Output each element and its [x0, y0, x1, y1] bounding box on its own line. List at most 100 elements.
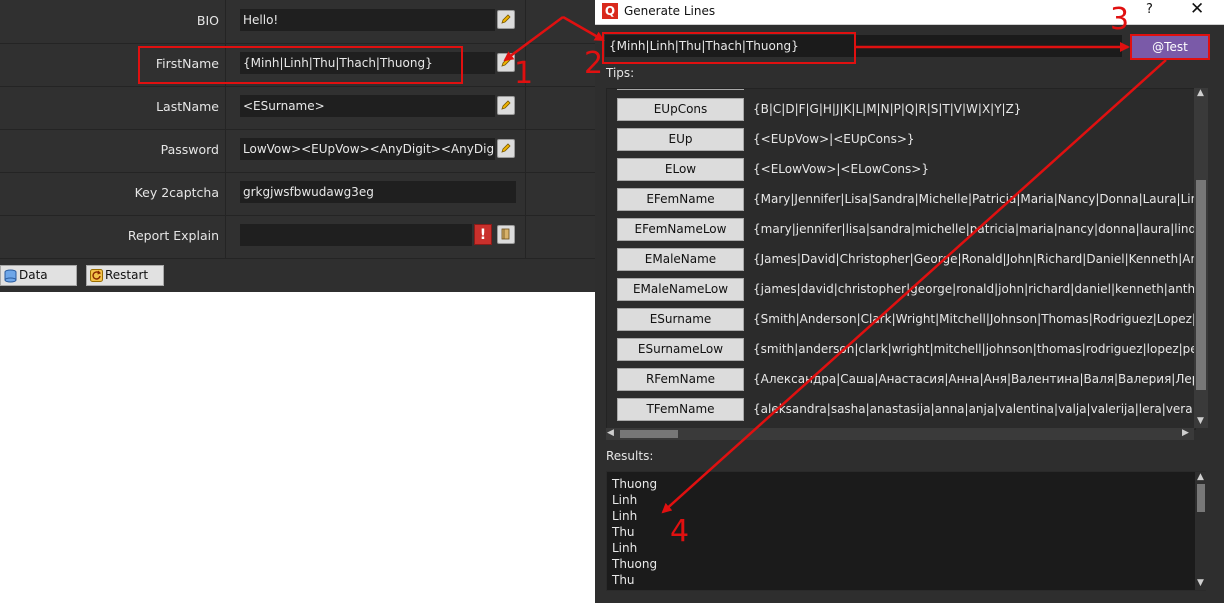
tip-name-button[interactable]: ESurnameLow [617, 338, 744, 361]
firstname-highlight-box [138, 46, 463, 84]
restart-icon [90, 269, 103, 282]
tips-list: EUpCons {B|C|D|F|G|H|J|K|L|M|N|P|Q|R|S|T|… [606, 88, 1196, 430]
result-line: Thu [612, 573, 635, 587]
firstname-edit-button[interactable] [497, 53, 515, 72]
template-highlight-box [602, 32, 856, 64]
bio-edit-button[interactable] [497, 10, 515, 29]
password-row: Password LowVow><EUpVow><AnyDigit><AnyDi… [0, 129, 595, 173]
tip-value: {James|David|Christopher|George|Ronald|J… [753, 252, 1196, 266]
restart-button-label: Restart [105, 268, 149, 282]
result-line: Thuong [612, 477, 658, 491]
tip-row: EUp {<EUpVow>|<EUpCons>} [617, 128, 1193, 154]
tip-value: {B|C|D|F|G|H|J|K|L|M|N|P|Q|R|S|T|V|W|X|Y… [753, 102, 1022, 116]
bottom-toolbar: Data Restart [0, 259, 595, 292]
scroll-up-icon[interactable]: ▲ [1197, 88, 1204, 98]
tip-row: ESurnameLow {smith|anderson|clark|wright|… [617, 338, 1196, 364]
test-highlight-box [1130, 34, 1210, 60]
scroll-down-icon[interactable]: ▼ [1197, 578, 1204, 588]
lastname-label: LastName [156, 99, 219, 114]
tip-name-button[interactable]: EMaleNameLow [617, 278, 744, 301]
pencil-icon [501, 57, 511, 67]
tip-name-button[interactable]: EFemName [617, 188, 744, 211]
tip-value: {aleksandra|sasha|anastasija|anna|anja|v… [753, 402, 1196, 416]
tip-value: {Mary|Jennifer|Lisa|Sandra|Michelle|Patr… [753, 192, 1196, 206]
restart-button[interactable]: Restart [86, 265, 164, 286]
result-line: Thuong [612, 557, 658, 571]
tip-name-button[interactable]: EUp [617, 128, 744, 151]
captcha-key-row: Key 2captcha grkgjwsfbwudawg3eg [0, 172, 595, 216]
generate-lines-dialog: Q Generate Lines ? ✕ {Minh|Linh|Thu|Thac… [595, 0, 1224, 603]
lastname-edit-button[interactable] [497, 96, 515, 115]
bio-field[interactable]: Hello! [240, 9, 495, 31]
result-line: Thu [612, 525, 635, 539]
app-logo-icon: Q [602, 3, 618, 19]
lastname-field[interactable]: <ESurname> [240, 95, 495, 117]
tip-name-button[interactable]: EFemNameLow [617, 218, 744, 241]
tip-name-button[interactable]: EUpCons [617, 98, 744, 121]
tip-value: {Smith|Anderson|Clark|Wright|Mitchell|Jo… [753, 312, 1196, 326]
scroll-left-icon[interactable]: ◀ [607, 428, 614, 438]
tips-vertical-scrollbar[interactable]: ▲ ▼ [1194, 88, 1208, 428]
tip-row: ESurname {Smith|Anderson|Clark|Wright|Mit… [617, 308, 1196, 334]
scroll-thumb[interactable] [620, 430, 678, 438]
report-explain-row: Report Explain ! [0, 215, 595, 259]
tip-value: {mary|jennifer|lisa|sandra|michelle|patr… [753, 222, 1196, 236]
tip-row: EMaleName {James|David|Christopher|George… [617, 248, 1196, 274]
password-field[interactable]: LowVow><EUpVow><AnyDigit><AnyDigit> [240, 138, 495, 160]
warning-button[interactable]: ! [474, 224, 492, 245]
pencil-icon [501, 14, 511, 24]
annotation-number-1: 1 [514, 56, 534, 91]
tip-row: EUpCons {B|C|D|F|G|H|J|K|L|M|N|P|Q|R|S|T|… [617, 98, 1193, 124]
title-bar: Q Generate Lines ? ✕ [595, 0, 1224, 25]
bio-label: BIO [196, 13, 219, 28]
scroll-right-icon[interactable]: ▶ [1182, 428, 1189, 438]
password-edit-button[interactable] [497, 139, 515, 158]
scroll-up-icon[interactable]: ▲ [1197, 472, 1204, 482]
tip-value: {james|david|christopher|george|ronald|j… [753, 282, 1196, 296]
result-line: Linh [612, 493, 638, 507]
report-explain-field[interactable] [240, 224, 472, 246]
annotation-number-2: 2 [584, 46, 604, 81]
results-box[interactable]: Thuong Linh Linh Thu Linh Thuong Thu ▲ ▼ [606, 471, 1207, 591]
tip-name-button[interactable]: ELow [617, 158, 744, 181]
tip-row: TFemName {aleksandra|sasha|anastasija|ann… [617, 398, 1196, 424]
report-explain-label: Report Explain [127, 228, 219, 243]
tip-value: {smith|anderson|clark|wright|mitchell|jo… [753, 342, 1196, 356]
pencil-icon [501, 100, 511, 110]
result-line: Linh [612, 541, 638, 555]
tip-name-button[interactable]: EMaleName [617, 248, 744, 271]
lastname-row: LastName <ESurname> [0, 86, 595, 130]
annotation-number-3: 3 [1110, 2, 1130, 37]
tip-row: RFemName {Александра|Саша|Анастасия|Анна|… [617, 368, 1196, 394]
scroll-thumb[interactable] [1197, 484, 1205, 512]
tip-value: {<EUpVow>|<EUpCons>} [753, 132, 915, 146]
captcha-key-field[interactable]: grkgjwsfbwudawg3eg [240, 181, 516, 203]
tip-row: EFemName {Mary|Jennifer|Lisa|Sandra|Miche… [617, 188, 1196, 214]
tips-horizontal-scrollbar[interactable]: ◀ ▶ [606, 428, 1194, 440]
tip-row: EFemNameLow {mary|jennifer|lisa|sandra|mi… [617, 218, 1196, 244]
data-button-label: Data [19, 268, 48, 282]
tip-row: ELow {<ELowVow>|<ELowCons>} [617, 158, 1193, 184]
tip-value: {Александра|Саша|Анастасия|Анна|Аня|Вале… [753, 372, 1196, 386]
scroll-down-icon[interactable]: ▼ [1197, 416, 1204, 426]
tip-name-button[interactable]: TFemName [617, 398, 744, 421]
book-button[interactable] [497, 225, 515, 244]
book-icon [501, 228, 510, 240]
settings-panel: BIO Hello! FirstName {Minh|Linh|Thu|Thac… [0, 0, 595, 292]
database-icon [4, 269, 17, 283]
tip-value: {<ELowVow>|<ELowCons>} [753, 162, 929, 176]
data-button[interactable]: Data [0, 265, 77, 286]
help-button[interactable]: ? [1146, 2, 1153, 17]
dialog-title: Generate Lines [624, 4, 716, 18]
tip-name-button[interactable]: ESurname [617, 308, 744, 331]
close-button[interactable]: ✕ [1190, 0, 1204, 19]
password-label: Password [160, 142, 219, 157]
scroll-thumb[interactable] [1196, 180, 1206, 390]
bio-row: BIO Hello! [0, 0, 595, 44]
tips-label: Tips: [606, 66, 635, 80]
tip-name-button[interactable]: RFemName [617, 368, 744, 391]
captcha-key-label: Key 2captcha [134, 185, 219, 200]
pencil-icon [501, 143, 511, 153]
results-scrollbar[interactable]: ▲ ▼ [1195, 472, 1207, 590]
result-line: Linh [612, 509, 638, 523]
